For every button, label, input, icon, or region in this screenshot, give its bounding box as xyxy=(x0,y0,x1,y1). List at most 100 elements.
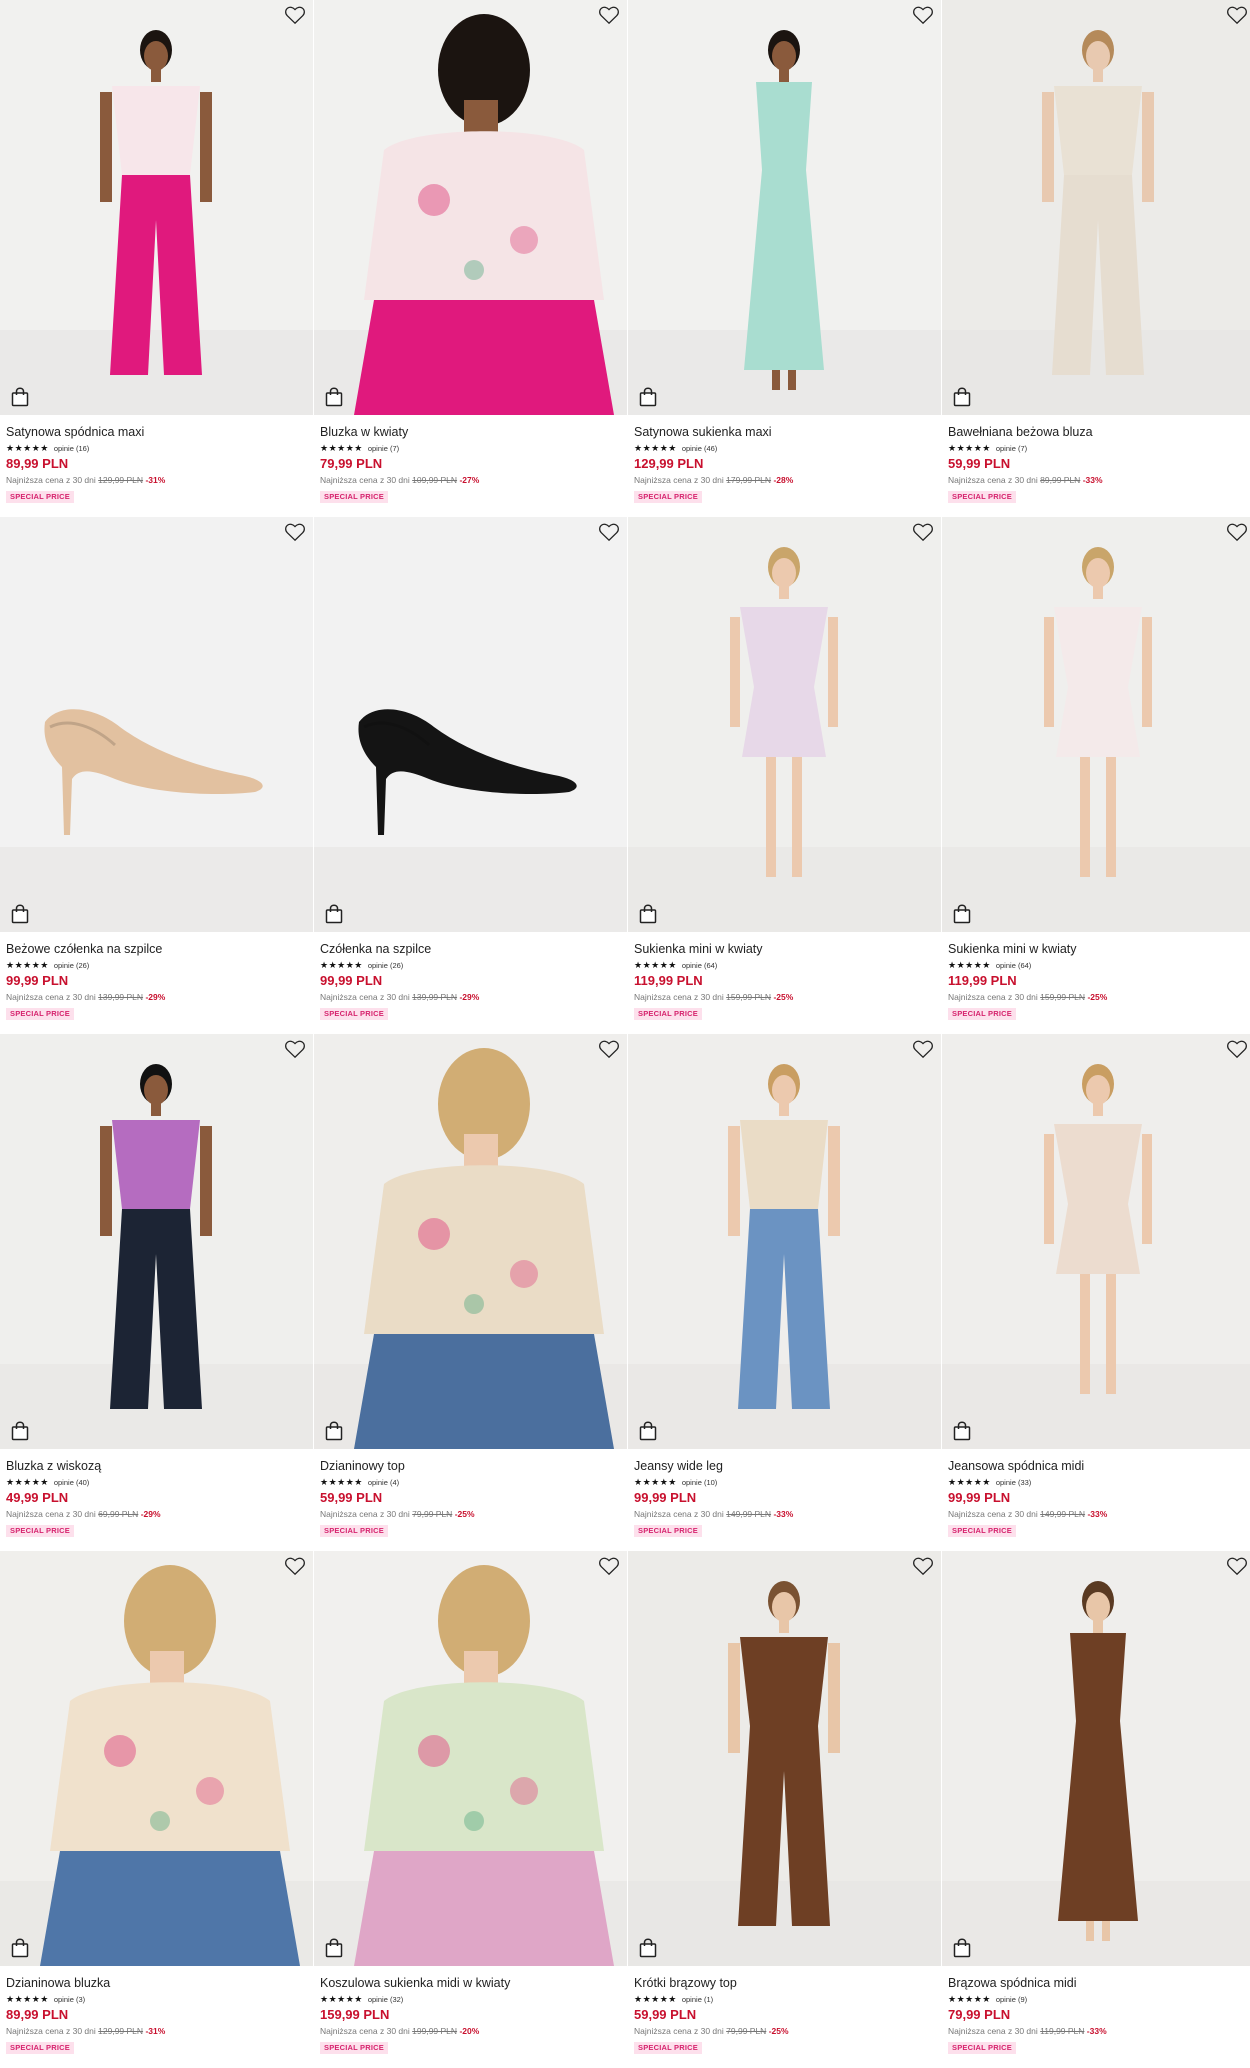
shopping-bag-icon[interactable] xyxy=(11,1938,29,1958)
product-image[interactable] xyxy=(942,1551,1250,1966)
product-image[interactable] xyxy=(628,1034,941,1449)
heart-outline-icon[interactable] xyxy=(598,1556,620,1576)
review-count[interactable]: opinie (64) xyxy=(682,961,717,970)
product-image[interactable] xyxy=(0,1034,313,1449)
review-count[interactable]: opinie (32) xyxy=(368,1995,403,2004)
heart-outline-icon[interactable] xyxy=(598,522,620,542)
heart-outline-icon[interactable] xyxy=(912,522,934,542)
product-image[interactable] xyxy=(0,517,313,932)
review-count[interactable]: opinie (16) xyxy=(54,444,89,453)
review-count[interactable]: opinie (1) xyxy=(682,1995,713,2004)
product-card[interactable]: Satynowa spódnica maxi ★★★★★ opinie (16)… xyxy=(0,0,313,517)
shopping-bag-icon[interactable] xyxy=(639,1421,657,1441)
heart-outline-icon[interactable] xyxy=(912,1039,934,1059)
product-image[interactable] xyxy=(628,0,941,415)
product-image[interactable] xyxy=(942,0,1250,415)
product-card[interactable]: Sukienka mini w kwiaty ★★★★★ opinie (64)… xyxy=(628,517,941,1034)
product-image[interactable] xyxy=(628,517,941,932)
product-name[interactable]: Brązowa spódnica midi xyxy=(948,1976,1249,1991)
product-name[interactable]: Czółenka na szpilce xyxy=(320,942,621,957)
shopping-bag-icon[interactable] xyxy=(11,1421,29,1441)
product-card[interactable]: Brązowa spódnica midi ★★★★★ opinie (9) 7… xyxy=(942,1551,1250,2068)
review-count[interactable]: opinie (26) xyxy=(54,961,89,970)
shopping-bag-icon[interactable] xyxy=(639,387,657,407)
shopping-bag-icon[interactable] xyxy=(953,1938,971,1958)
product-card[interactable]: Jeansy wide leg ★★★★★ opinie (10) 99,99 … xyxy=(628,1034,941,1551)
review-count[interactable]: opinie (3) xyxy=(54,1995,85,2004)
product-card[interactable]: Bawełniana beżowa bluza ★★★★★ opinie (7)… xyxy=(942,0,1250,517)
product-name[interactable]: Bawełniana beżowa bluza xyxy=(948,425,1249,440)
product-card[interactable]: Beżowe czółenka na szpilce ★★★★★ opinie … xyxy=(0,517,313,1034)
product-rating: ★★★★★ opinie (3) xyxy=(6,1992,307,2006)
heart-outline-icon[interactable] xyxy=(1226,1556,1248,1576)
review-count[interactable]: opinie (33) xyxy=(996,1478,1031,1487)
review-count[interactable]: opinie (40) xyxy=(54,1478,89,1487)
shopping-bag-icon[interactable] xyxy=(953,904,971,924)
lowest-price-30-days: Najniższa cena z 30 dni 179,99 PLN -28% xyxy=(634,474,935,486)
shopping-bag-icon[interactable] xyxy=(639,904,657,924)
heart-outline-icon[interactable] xyxy=(912,1556,934,1576)
product-card[interactable]: Sukienka mini w kwiaty ★★★★★ opinie (64)… xyxy=(942,517,1250,1034)
product-name[interactable]: Bluzka z wiskozą xyxy=(6,1459,307,1474)
product-image[interactable] xyxy=(942,1034,1250,1449)
heart-outline-icon[interactable] xyxy=(1226,1039,1248,1059)
product-card[interactable]: Krótki brązowy top ★★★★★ opinie (1) 59,9… xyxy=(628,1551,941,2068)
product-name[interactable]: Dzianinowy top xyxy=(320,1459,621,1474)
product-image[interactable] xyxy=(0,0,313,415)
heart-outline-icon[interactable] xyxy=(912,5,934,25)
review-count[interactable]: opinie (10) xyxy=(682,1478,717,1487)
heart-outline-icon[interactable] xyxy=(284,5,306,25)
shopping-bag-icon[interactable] xyxy=(325,904,343,924)
product-name[interactable]: Beżowe czółenka na szpilce xyxy=(6,942,307,957)
product-card[interactable]: Koszulowa sukienka midi w kwiaty ★★★★★ o… xyxy=(314,1551,627,2068)
shopping-bag-icon[interactable] xyxy=(325,1421,343,1441)
shopping-bag-icon[interactable] xyxy=(11,387,29,407)
product-name[interactable]: Sukienka mini w kwiaty xyxy=(948,942,1249,957)
product-name[interactable]: Satynowa spódnica maxi xyxy=(6,425,307,440)
product-name[interactable]: Sukienka mini w kwiaty xyxy=(634,942,935,957)
heart-outline-icon[interactable] xyxy=(284,1039,306,1059)
product-card[interactable]: Bluzka w kwiaty ★★★★★ opinie (7) 79,99 P… xyxy=(314,0,627,517)
product-image[interactable] xyxy=(942,517,1250,932)
review-count[interactable]: opinie (9) xyxy=(996,1995,1027,2004)
heart-outline-icon[interactable] xyxy=(284,522,306,542)
shopping-bag-icon[interactable] xyxy=(325,1938,343,1958)
heart-outline-icon[interactable] xyxy=(1226,522,1248,542)
heart-outline-icon[interactable] xyxy=(598,5,620,25)
product-name[interactable]: Krótki brązowy top xyxy=(634,1976,935,1991)
review-count[interactable]: opinie (64) xyxy=(996,961,1031,970)
product-image[interactable] xyxy=(314,517,627,932)
product-image[interactable] xyxy=(314,1034,627,1449)
product-image[interactable] xyxy=(628,1551,941,1966)
review-count[interactable]: opinie (4) xyxy=(368,1478,399,1487)
shopping-bag-icon[interactable] xyxy=(11,904,29,924)
product-name[interactable]: Satynowa sukienka maxi xyxy=(634,425,935,440)
product-image[interactable] xyxy=(314,1551,627,1966)
product-photo xyxy=(942,1551,1250,1966)
shopping-bag-icon[interactable] xyxy=(639,1938,657,1958)
review-count[interactable]: opinie (7) xyxy=(368,444,399,453)
product-name[interactable]: Jeansowa spódnica midi xyxy=(948,1459,1249,1474)
product-card[interactable]: Bluzka z wiskozą ★★★★★ opinie (40) 49,99… xyxy=(0,1034,313,1551)
shopping-bag-icon[interactable] xyxy=(953,1421,971,1441)
product-card[interactable]: Satynowa sukienka maxi ★★★★★ opinie (46)… xyxy=(628,0,941,517)
product-rating: ★★★★★ opinie (16) xyxy=(6,441,307,455)
product-image[interactable] xyxy=(314,0,627,415)
product-name[interactable]: Bluzka w kwiaty xyxy=(320,425,621,440)
product-name[interactable]: Dzianinowa bluzka xyxy=(6,1976,307,1991)
review-count[interactable]: opinie (46) xyxy=(682,444,717,453)
shopping-bag-icon[interactable] xyxy=(953,387,971,407)
heart-outline-icon[interactable] xyxy=(598,1039,620,1059)
product-card[interactable]: Dzianinowy top ★★★★★ opinie (4) 59,99 PL… xyxy=(314,1034,627,1551)
product-name[interactable]: Jeansy wide leg xyxy=(634,1459,935,1474)
shopping-bag-icon[interactable] xyxy=(325,387,343,407)
review-count[interactable]: opinie (7) xyxy=(996,444,1027,453)
heart-outline-icon[interactable] xyxy=(284,1556,306,1576)
product-image[interactable] xyxy=(0,1551,313,1966)
product-name[interactable]: Koszulowa sukienka midi w kwiaty xyxy=(320,1976,621,1991)
product-card[interactable]: Dzianinowa bluzka ★★★★★ opinie (3) 89,99… xyxy=(0,1551,313,2068)
product-card[interactable]: Czółenka na szpilce ★★★★★ opinie (26) 99… xyxy=(314,517,627,1034)
product-card[interactable]: Jeansowa spódnica midi ★★★★★ opinie (33)… xyxy=(942,1034,1250,1551)
review-count[interactable]: opinie (26) xyxy=(368,961,403,970)
heart-outline-icon[interactable] xyxy=(1226,5,1248,25)
